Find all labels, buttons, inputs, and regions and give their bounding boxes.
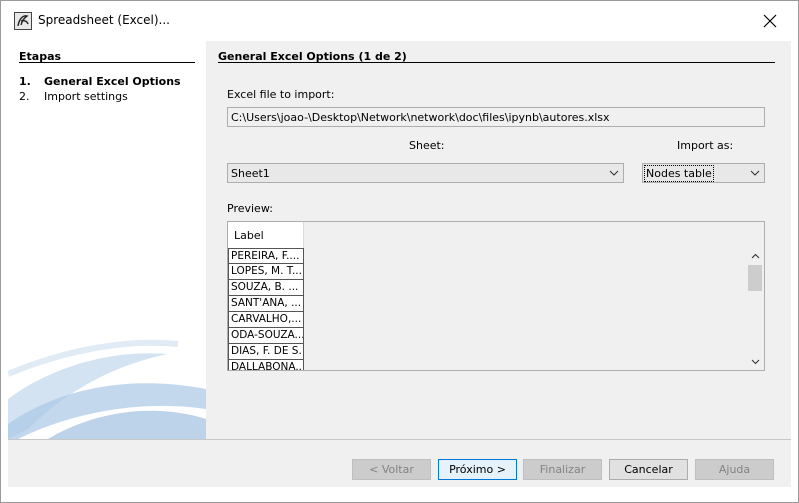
file-path-field[interactable]: C:\Users\joao-\Desktop\Network\network\d… [227, 107, 765, 127]
sheet-select[interactable]: Sheet1 [227, 163, 624, 183]
table-row[interactable]: DIAS, F. DE S. [228, 344, 304, 360]
import-as-select[interactable]: Nodes table [642, 163, 765, 183]
chevron-down-icon [609, 170, 619, 176]
step-item-general-options: 1. General Excel Options [19, 75, 181, 88]
table-row[interactable]: ODA-SOUZA... [228, 328, 304, 344]
title-bar: Spreadsheet (Excel)... [1, 1, 798, 41]
column-header-label: Label [234, 229, 264, 242]
decorative-swoosh-graphic [8, 339, 206, 439]
table-row[interactable]: DALLABONA... [228, 360, 304, 370]
step-label: General Excel Options [44, 75, 181, 88]
preview-rows: PEREIRA, F.... LOPES, M. T... SOUZA, B. … [228, 248, 304, 370]
step-number: 2. [19, 90, 30, 103]
scroll-down-button[interactable] [747, 354, 764, 370]
next-button[interactable]: Próximo > [438, 459, 517, 480]
table-row[interactable]: SANT'ANA, ... [228, 296, 304, 312]
import-as-select-value: Nodes table [644, 165, 714, 182]
sheet-label: Sheet: [409, 139, 445, 152]
options-panel: General Excel Options (1 de 2) Excel fil… [206, 41, 791, 439]
close-button[interactable] [753, 7, 787, 35]
table-row[interactable]: LOPES, M. T... [228, 264, 304, 280]
scroll-up-button[interactable] [747, 248, 764, 264]
step-item-import-settings: 2. Import settings [19, 90, 128, 103]
table-row[interactable]: CARVALHO,... [228, 312, 304, 328]
steps-panel: Etapas 1. General Excel Options 2. Import … [8, 41, 206, 439]
chevron-down-icon [751, 359, 760, 365]
sheet-select-value: Sheet1 [231, 167, 270, 180]
gephi-app-icon [14, 12, 32, 30]
scrollbar-thumb[interactable] [748, 265, 762, 291]
preview-column-header[interactable]: Label [228, 222, 304, 248]
finish-button[interactable]: Finalizar [523, 459, 602, 480]
wizard-button-bar: < Voltar Próximo > Finalizar Cancelar Aj… [8, 440, 791, 487]
help-button[interactable]: Ajuda [695, 459, 774, 480]
wizard-window: Spreadsheet (Excel)... Etapas 1. General … [0, 0, 799, 503]
window-title: Spreadsheet (Excel)... [38, 13, 170, 27]
chevron-down-icon [750, 170, 760, 176]
table-row[interactable]: SOUZA, B. ... [228, 280, 304, 296]
steps-divider [19, 62, 195, 63]
chevron-up-icon [751, 253, 760, 259]
preview-table: Label PEREIRA, F.... LOPES, M. T... SOUZ… [227, 221, 765, 371]
import-as-label: Import as: [677, 139, 734, 152]
back-button[interactable]: < Voltar [352, 459, 431, 480]
preview-label: Preview: [227, 202, 273, 215]
step-label: Import settings [44, 90, 128, 103]
close-icon [763, 14, 777, 28]
step-number: 1. [19, 75, 31, 88]
preview-vertical-scrollbar[interactable] [747, 248, 764, 370]
file-label: Excel file to import: [227, 88, 335, 101]
cancel-button[interactable]: Cancelar [609, 459, 688, 480]
table-row[interactable]: PEREIRA, F.... [228, 248, 304, 264]
page-title-divider [218, 62, 775, 63]
